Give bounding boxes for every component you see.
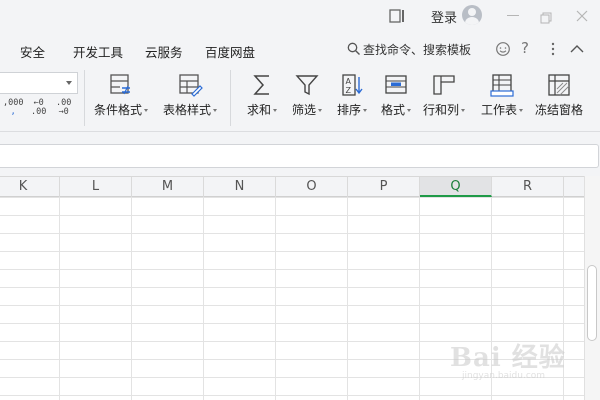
close-icon[interactable] <box>575 8 589 22</box>
grid-line <box>419 197 420 400</box>
minimize-icon[interactable] <box>507 15 519 16</box>
chevron-down-icon <box>213 109 217 112</box>
grid-line <box>347 197 348 400</box>
format-icon <box>385 75 407 94</box>
svg-text:Z: Z <box>346 86 352 95</box>
freeze-panes-label: 冻结窗格 <box>534 103 583 117</box>
table-style-button[interactable]: 表格样式 <box>157 70 223 126</box>
feedback-icon[interactable] <box>495 41 511 57</box>
filter-button[interactable]: 筛选 <box>286 70 328 126</box>
login-link[interactable]: 登录 <box>431 7 457 26</box>
chevron-down-icon <box>144 109 148 112</box>
decrease-decimal-button[interactable]: .00 →0 <box>56 99 71 117</box>
svg-text:A: A <box>346 77 352 86</box>
rows-cols-button[interactable]: 行和列 <box>420 70 468 126</box>
tab-developer-tools[interactable]: 开发工具 <box>73 42 123 61</box>
table-style-text: 表格样式 <box>162 103 211 117</box>
formula-bar <box>0 132 600 176</box>
sort-button[interactable]: A Z 排序 <box>331 70 373 126</box>
column-header-m[interactable]: M <box>132 177 204 197</box>
freeze-panes-icon <box>548 74 570 96</box>
watermark-subtext: jingyan.baidu.com <box>462 371 546 381</box>
collapse-ribbon-icon[interactable] <box>569 41 585 57</box>
column-header-l[interactable]: L <box>60 177 132 197</box>
format-button[interactable]: 格式 <box>375 70 417 126</box>
column-header-r[interactable]: R <box>492 177 564 197</box>
column-header-o[interactable]: O <box>276 177 348 197</box>
thousands-separator-button[interactable]: ,000 , <box>3 99 23 117</box>
table-style-icon <box>179 74 203 97</box>
sum-button[interactable]: 求和 <box>241 70 283 126</box>
font-size-select[interactable] <box>0 72 78 94</box>
column-header-p[interactable]: P <box>348 177 420 197</box>
chevron-down-icon <box>66 81 72 85</box>
chevron-down-icon <box>318 109 322 112</box>
grid-line <box>59 197 60 400</box>
command-search-label: 查找命令、搜索模板 <box>363 42 472 57</box>
help-icon[interactable]: ? <box>521 39 537 57</box>
chevron-down-icon <box>363 109 367 112</box>
conditional-format-button[interactable]: 条件格式 <box>88 70 154 126</box>
rows-cols-icon <box>433 75 455 95</box>
ribbon-toolbar: ,000 , ←0 .00 .00 →0 条件格式 表格样式 求和 筛选 A Z… <box>0 66 600 132</box>
baidu-jingyan-watermark: Bai 经验 jingyan.baidu.com <box>450 333 590 385</box>
format-text: 格式 <box>380 103 405 117</box>
grid-line <box>275 197 276 400</box>
sort-label: 排序 <box>331 101 373 118</box>
worksheet-label: 工作表 <box>476 101 528 118</box>
format-label: 格式 <box>375 101 417 118</box>
filter-text: 筛选 <box>291 103 316 117</box>
filter-icon <box>295 75 319 96</box>
column-header-row: K L M N O P Q R <box>0 176 584 197</box>
ribbon-divider <box>230 70 231 126</box>
sort-text: 排序 <box>336 103 361 117</box>
window-mode-icon[interactable] <box>389 8 405 23</box>
worksheet-icon <box>490 74 514 97</box>
restore-icon[interactable] <box>540 9 552 24</box>
chevron-down-icon <box>461 109 465 112</box>
thousands-mark: , <box>10 107 16 117</box>
grid-line <box>131 197 132 400</box>
scrollbar-thumb[interactable] <box>587 265 597 341</box>
sum-label: 求和 <box>241 101 283 118</box>
chevron-down-icon <box>273 109 277 112</box>
freeze-panes-button[interactable]: 冻结窗格 <box>532 70 586 126</box>
formula-input[interactable] <box>0 144 599 168</box>
ribbon-divider <box>84 70 85 126</box>
sum-icon <box>253 75 269 95</box>
worksheet-text: 工作表 <box>480 103 517 117</box>
decrease-decimal-label: .00 →0 <box>56 98 72 117</box>
sort-icon: A Z <box>342 74 363 96</box>
command-search[interactable]: 查找命令、搜索模板 <box>347 40 471 58</box>
column-header-k[interactable]: K <box>0 177 60 197</box>
increase-decimal-label: ←0 .00 <box>31 98 47 117</box>
tab-baidu-netdisk[interactable]: 百度网盘 <box>205 42 255 61</box>
search-icon <box>347 42 360 55</box>
chevron-down-icon <box>519 109 523 112</box>
avatar[interactable] <box>462 5 482 25</box>
column-header-q[interactable]: Q <box>420 177 492 197</box>
conditional-format-label: 条件格式 <box>88 101 154 118</box>
menu-bar: 安全 开发工具 云服务 百度网盘 查找命令、搜索模板 ? <box>0 32 600 66</box>
column-header-n[interactable]: N <box>204 177 276 197</box>
filter-label: 筛选 <box>286 101 328 118</box>
more-icon[interactable] <box>545 41 561 57</box>
conditional-format-icon <box>110 74 130 95</box>
chevron-down-icon <box>407 109 411 112</box>
table-style-label: 表格样式 <box>157 101 223 118</box>
tab-security[interactable]: 安全 <box>20 42 45 61</box>
worksheet-button[interactable]: 工作表 <box>476 70 528 126</box>
watermark-text: Bai 经验 <box>450 343 566 373</box>
grid-line <box>203 197 204 400</box>
rows-cols-label: 行和列 <box>420 101 468 118</box>
increase-decimal-button[interactable]: ←0 .00 <box>31 99 46 117</box>
rows-cols-text: 行和列 <box>422 103 459 117</box>
title-bar: 登录 <box>0 0 600 32</box>
tab-cloud-services[interactable]: 云服务 <box>145 42 183 61</box>
sum-text: 求和 <box>246 103 271 117</box>
conditional-format-text: 条件格式 <box>93 103 142 117</box>
